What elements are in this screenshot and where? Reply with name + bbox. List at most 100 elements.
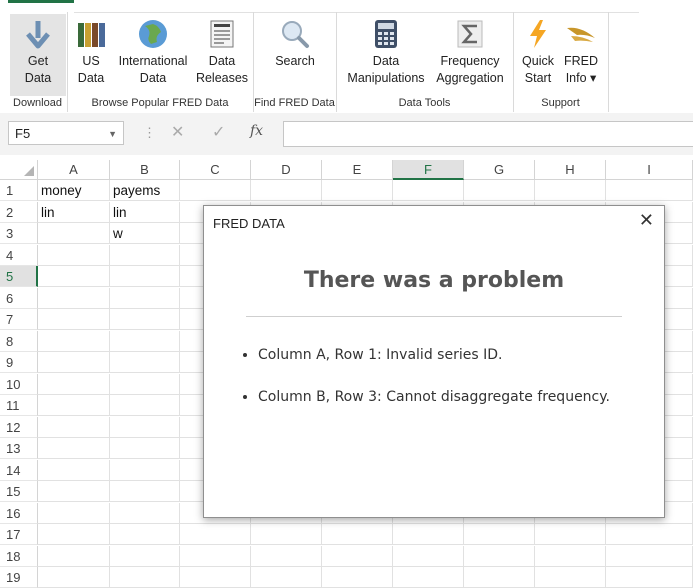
cell-a2[interactable]: lin — [38, 201, 110, 223]
cell-a6[interactable] — [38, 287, 110, 309]
cell-b19[interactable] — [110, 567, 180, 588]
cancel-icon[interactable]: ✕ — [171, 122, 184, 142]
cell-i17[interactable] — [606, 524, 693, 545]
cell-h18[interactable] — [535, 545, 606, 567]
row-header-9[interactable]: 9 — [0, 352, 38, 373]
cell-a9[interactable] — [38, 352, 110, 373]
cell-f18[interactable] — [393, 545, 464, 567]
cell-a1[interactable]: money — [38, 180, 110, 201]
column-header-d[interactable]: D — [251, 160, 322, 180]
cell-g1[interactable] — [464, 180, 535, 201]
row-header-12[interactable]: 12 — [0, 416, 38, 438]
row-header-10[interactable]: 10 — [0, 373, 38, 395]
cell-c19[interactable] — [180, 567, 251, 588]
row-header-14[interactable]: 14 — [0, 459, 38, 481]
cell-c17[interactable] — [180, 524, 251, 545]
cell-f17[interactable] — [393, 524, 464, 545]
row-header-1[interactable]: 1 — [0, 180, 38, 201]
cell-c18[interactable] — [180, 545, 251, 567]
cell-e1[interactable] — [322, 180, 393, 201]
international-data-button[interactable]: International Data — [113, 14, 193, 87]
row-header-7[interactable]: 7 — [0, 309, 38, 330]
cell-b13[interactable] — [110, 438, 180, 459]
name-box[interactable]: F5 ▼ — [8, 121, 124, 145]
data-releases-button[interactable]: Data Releases — [195, 14, 249, 87]
cell-a14[interactable] — [38, 459, 110, 481]
cell-d17[interactable] — [251, 524, 322, 545]
row-header-2[interactable]: 2 — [0, 201, 38, 223]
cell-b8[interactable] — [110, 330, 180, 352]
cell-i1[interactable] — [606, 180, 693, 201]
column-header-h[interactable]: H — [535, 160, 606, 180]
cell-f1[interactable] — [393, 180, 464, 201]
cell-c1[interactable] — [180, 180, 251, 201]
row-header-15[interactable]: 15 — [0, 481, 38, 502]
cell-a17[interactable] — [38, 524, 110, 545]
cell-a15[interactable] — [38, 481, 110, 502]
cell-d19[interactable] — [251, 567, 322, 588]
cell-i19[interactable] — [606, 567, 693, 588]
cell-d18[interactable] — [251, 545, 322, 567]
data-manipulations-button[interactable]: Data Manipulations — [342, 14, 430, 87]
column-header-b[interactable]: B — [110, 160, 180, 180]
cell-b6[interactable] — [110, 287, 180, 309]
cell-g19[interactable] — [464, 567, 535, 588]
column-header-i[interactable]: I — [606, 160, 693, 180]
cell-b18[interactable] — [110, 545, 180, 567]
cell-a13[interactable] — [38, 438, 110, 459]
column-header-f[interactable]: F — [393, 160, 464, 180]
select-all-corner[interactable] — [0, 160, 38, 180]
row-header-4[interactable]: 4 — [0, 244, 38, 266]
row-header-13[interactable]: 13 — [0, 438, 38, 459]
cell-d1[interactable] — [251, 180, 322, 201]
search-button[interactable]: Search — [265, 14, 325, 70]
row-header-3[interactable]: 3 — [0, 223, 38, 244]
cell-b12[interactable] — [110, 416, 180, 438]
get-data-button[interactable]: Get Data — [10, 14, 66, 96]
enter-icon[interactable]: ✓ — [212, 122, 225, 142]
cell-b11[interactable] — [110, 395, 180, 416]
formula-input[interactable] — [283, 121, 693, 147]
quick-start-button[interactable]: Quick Start — [519, 14, 557, 87]
cell-g17[interactable] — [464, 524, 535, 545]
cell-a3[interactable] — [38, 223, 110, 244]
cell-b1[interactable]: payems — [110, 180, 180, 201]
row-header-8[interactable]: 8 — [0, 330, 38, 352]
cell-a4[interactable] — [38, 244, 110, 266]
cell-b3[interactable]: w — [110, 223, 180, 244]
close-icon[interactable]: ✕ — [639, 210, 654, 231]
cell-a16[interactable] — [38, 502, 110, 524]
cell-a11[interactable] — [38, 395, 110, 416]
row-header-6[interactable]: 6 — [0, 287, 38, 309]
cell-b10[interactable] — [110, 373, 180, 395]
cell-b14[interactable] — [110, 459, 180, 481]
cell-b16[interactable] — [110, 502, 180, 524]
insert-function-icon[interactable]: fx — [250, 123, 263, 139]
cell-b7[interactable] — [110, 309, 180, 330]
cell-a7[interactable] — [38, 309, 110, 330]
cell-b17[interactable] — [110, 524, 180, 545]
cell-b2[interactable]: lin — [110, 201, 180, 223]
cell-i18[interactable] — [606, 545, 693, 567]
cell-a10[interactable] — [38, 373, 110, 395]
cell-b9[interactable] — [110, 352, 180, 373]
cell-a18[interactable] — [38, 545, 110, 567]
row-header-5[interactable]: 5 — [0, 266, 38, 287]
cell-e17[interactable] — [322, 524, 393, 545]
row-header-11[interactable]: 11 — [0, 395, 38, 416]
frequency-aggregation-button[interactable]: Frequency Aggregation — [431, 14, 509, 87]
cell-g18[interactable] — [464, 545, 535, 567]
cell-h17[interactable] — [535, 524, 606, 545]
chevron-down-icon[interactable]: ▼ — [108, 122, 117, 146]
cell-e18[interactable] — [322, 545, 393, 567]
cell-h1[interactable] — [535, 180, 606, 201]
column-header-g[interactable]: G — [464, 160, 535, 180]
row-header-19[interactable]: 19 — [0, 567, 38, 588]
us-data-button[interactable]: US Data — [71, 14, 111, 87]
cell-f19[interactable] — [393, 567, 464, 588]
cell-a5[interactable] — [38, 266, 110, 287]
cell-h19[interactable] — [535, 567, 606, 588]
column-header-e[interactable]: E — [322, 160, 393, 180]
cell-b5[interactable] — [110, 266, 180, 287]
cell-b4[interactable] — [110, 244, 180, 266]
